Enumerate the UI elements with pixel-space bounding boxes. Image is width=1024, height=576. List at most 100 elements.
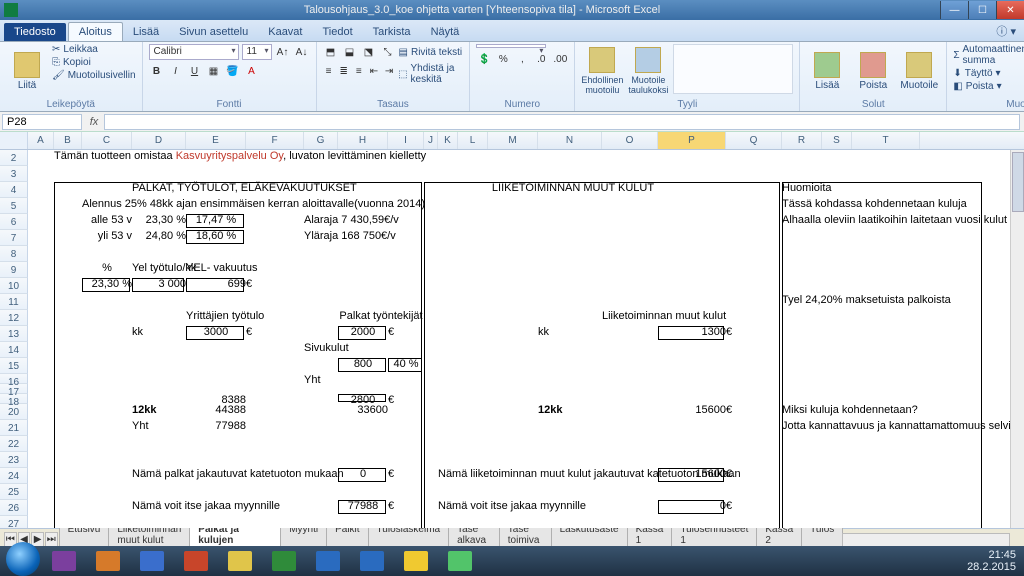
row-header-15[interactable]: 15 xyxy=(0,358,28,374)
v33600[interactable]: 33600 xyxy=(338,404,388,419)
yel-vak[interactable]: 699 xyxy=(186,278,246,293)
eur3[interactable]: € xyxy=(388,326,424,341)
row-header-17[interactable]: 17 xyxy=(0,384,28,394)
taskbar-app-4[interactable] xyxy=(176,549,216,573)
select-all-cell[interactable] xyxy=(0,132,28,149)
row-header-8[interactable]: 8 xyxy=(0,246,28,262)
taskbar-app-3[interactable] xyxy=(132,549,172,573)
format-cells[interactable]: Muotoile xyxy=(898,44,940,98)
jaa-right[interactable]: Nämä voit itse jakaa myynnille xyxy=(438,500,602,515)
align-bot[interactable]: ⬔ xyxy=(361,44,377,60)
row-header-22[interactable]: 22 xyxy=(0,436,28,452)
cell-styles-gallery[interactable] xyxy=(673,44,793,94)
col-header-S[interactable]: S xyxy=(822,132,852,149)
kk-left[interactable]: kk xyxy=(132,326,186,341)
eur7[interactable]: € xyxy=(388,468,424,483)
liik[interactable]: 1300 xyxy=(658,326,726,341)
font-color-button[interactable]: A xyxy=(244,63,260,79)
kate-right[interactable]: Nämä liiketoiminnan muut kulut jakautuva… xyxy=(438,468,658,483)
kate-left[interactable]: Nämä palkat jakautuvat katetuoton mukaan xyxy=(132,468,338,483)
formula-input[interactable] xyxy=(104,114,1020,130)
taskbar-app-5[interactable] xyxy=(220,549,260,573)
palkat-hdr[interactable]: Palkat työntekijät xyxy=(338,310,424,325)
v0b[interactable]: 0 xyxy=(658,500,726,515)
vertical-scrollbar[interactable] xyxy=(1010,150,1024,528)
eur4[interactable]: € xyxy=(726,326,782,341)
col-header-B[interactable]: B xyxy=(54,132,82,149)
alaraja[interactable]: Alaraja 7 430,59€/v xyxy=(304,214,424,229)
row-header-5[interactable]: 5 xyxy=(0,198,28,214)
row-header-14[interactable]: 14 xyxy=(0,342,28,358)
col-header-A[interactable]: A xyxy=(28,132,54,149)
yli53p[interactable]: 24,80 % xyxy=(132,230,186,245)
12kk-left[interactable]: 12kk xyxy=(132,404,186,419)
row-header-3[interactable]: 3 xyxy=(0,166,28,182)
decrease-font-icon[interactable]: A↓ xyxy=(294,44,310,60)
row-header-12[interactable]: 12 xyxy=(0,310,28,326)
col-header-M[interactable]: M xyxy=(488,132,538,149)
liik-hdr[interactable]: Liiketoiminnan muut kulut xyxy=(602,310,726,325)
comma[interactable]: , xyxy=(514,51,530,67)
kk-right[interactable]: kk xyxy=(538,326,602,341)
align-top[interactable]: ⬒ xyxy=(323,44,339,60)
italic-button[interactable]: I xyxy=(168,63,184,79)
col-header-J[interactable]: J xyxy=(424,132,438,149)
right-header[interactable]: LIIKETOIMINNAN MUUT KULUT xyxy=(488,182,658,197)
col-header-T[interactable]: T xyxy=(852,132,920,149)
note-5[interactable]: Jotta kannattavuus ja kannattamattomuus … xyxy=(782,420,920,435)
currency[interactable]: 💲 xyxy=(476,51,492,67)
pct-hdr[interactable]: % xyxy=(82,262,132,277)
col-header-G[interactable]: G xyxy=(304,132,338,149)
eur2[interactable]: € xyxy=(246,326,304,341)
conditional-formatting[interactable]: Ehdollinen muotoilu xyxy=(581,44,623,98)
col-header-R[interactable]: R xyxy=(782,132,822,149)
indent-inc[interactable]: ⇥ xyxy=(383,63,395,79)
font-name-select[interactable]: Calibri xyxy=(149,44,239,60)
orientation[interactable]: ⤡ xyxy=(380,44,396,60)
taskbar-app-7[interactable] xyxy=(308,549,348,573)
row-header-7[interactable]: 7 xyxy=(0,230,28,246)
taskbar-app-1[interactable] xyxy=(44,549,84,573)
clear[interactable]: ◧ Poista ▾ xyxy=(953,81,1024,92)
tab-review[interactable]: Tarkista xyxy=(363,23,421,41)
notes-header[interactable]: Huomioita xyxy=(782,182,852,197)
start-button[interactable] xyxy=(6,542,40,576)
eur6[interactable]: € xyxy=(726,404,782,419)
eur9[interactable]: € xyxy=(388,500,424,515)
horizontal-scrollbar[interactable] xyxy=(842,533,1010,547)
sivu-pct[interactable]: 40 % xyxy=(388,358,424,373)
tab-formulas[interactable]: Kaavat xyxy=(258,23,312,41)
alle53b[interactable]: 17,47 % xyxy=(186,214,246,229)
yli53b[interactable]: 18,60 % xyxy=(186,230,246,245)
border-button[interactable]: ▦ xyxy=(206,63,222,79)
grid[interactable]: Tämän tuotteen omistaa Kasvuyrityspalvel… xyxy=(28,150,1024,528)
v0[interactable]: 0 xyxy=(338,468,388,483)
taskbar-app-6[interactable] xyxy=(264,549,304,573)
sivu-val[interactable]: 800 xyxy=(338,358,388,373)
underline-button[interactable]: U xyxy=(187,63,203,79)
row-header-26[interactable]: 26 xyxy=(0,500,28,516)
row-header-18[interactable]: 18 xyxy=(0,394,28,404)
left-header[interactable]: PALKAT, TYÖTULOT, ELÄKEVAKUUTUKSET xyxy=(132,182,338,197)
row-header-13[interactable]: 13 xyxy=(0,326,28,342)
yr-tulo[interactable]: 3000 xyxy=(186,326,246,341)
ylaraja[interactable]: Yläraja 168 750€/v xyxy=(304,230,424,245)
alle53[interactable]: alle 53 v xyxy=(82,214,132,229)
row-header-25[interactable]: 25 xyxy=(0,484,28,500)
yel-tulo-hdr[interactable]: Yel työtulo/kk xyxy=(132,262,186,277)
cut-button[interactable]: ✂ Leikkaa xyxy=(52,44,136,55)
col-header-L[interactable]: L xyxy=(458,132,488,149)
v15600b[interactable]: 15600 xyxy=(658,468,726,483)
system-clock[interactable]: 21:45 28.2.2015 xyxy=(967,549,1018,573)
taskbar-app-9[interactable] xyxy=(396,549,436,573)
font-size-select[interactable]: 11 xyxy=(242,44,272,60)
yel-vak-hdr[interactable]: YEL- vakuutus xyxy=(186,262,246,277)
file-tab[interactable]: Tiedosto xyxy=(4,23,66,41)
align-mid[interactable]: ⬓ xyxy=(342,44,358,60)
col-header-E[interactable]: E xyxy=(186,132,246,149)
yht-row[interactable]: Yht xyxy=(132,420,186,435)
taskbar-app-2[interactable] xyxy=(88,549,128,573)
v15600[interactable]: 15600 xyxy=(658,404,726,419)
col-header-N[interactable]: N xyxy=(538,132,602,149)
row-header-2[interactable]: 2 xyxy=(0,150,28,166)
